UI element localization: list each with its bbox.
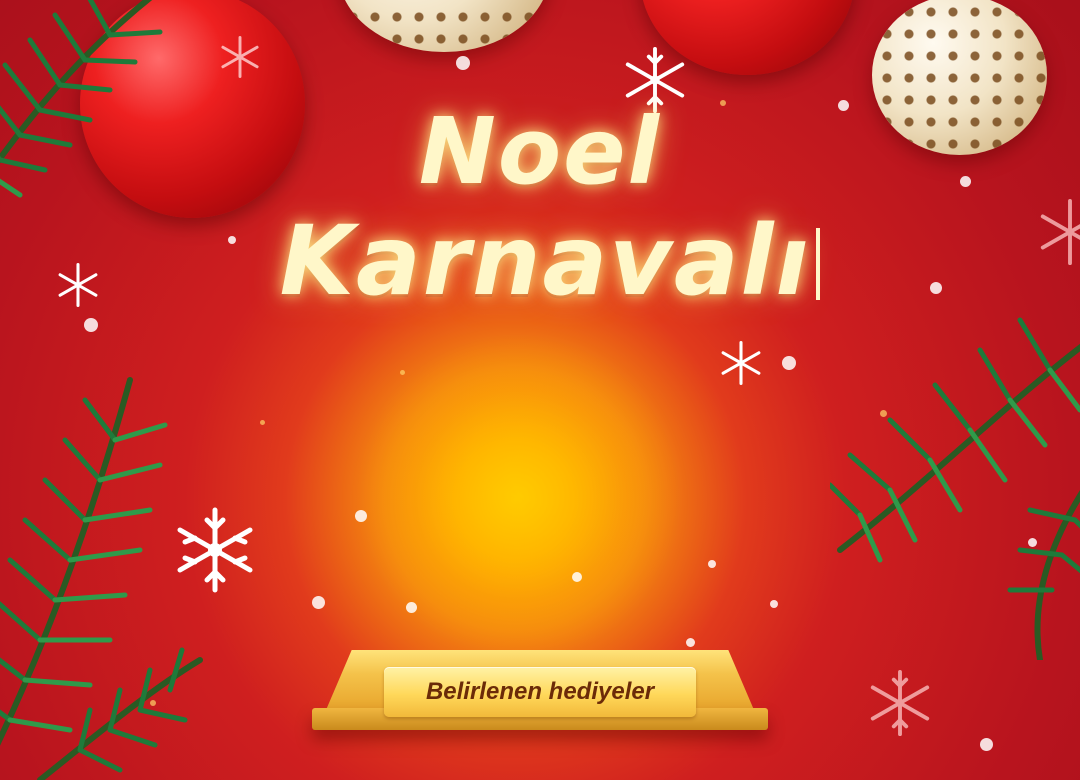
snow-dot [406,602,417,613]
sparkle [260,420,265,425]
snow-dot [1028,538,1037,547]
title-line-2: Karnavalı [0,205,1080,317]
sparkle [150,700,156,706]
snowflake-icon [870,669,930,737]
gift-shelf: Belirlenen hediyeler [312,650,768,732]
center-glow [355,330,685,660]
snow-dot [686,638,695,647]
snow-dot [456,56,470,70]
snowflake-icon [721,341,761,385]
sparkle [400,370,405,375]
title-line-1: Noel [418,98,662,205]
snow-dot [708,560,716,568]
sparkle [880,410,887,417]
snow-dot [84,318,98,332]
designated-gifts-label: Belirlenen hediyeler [425,678,655,705]
snowflake-icon [221,35,259,79]
snow-dot [572,572,582,582]
snowflake-icon [177,507,253,593]
text-caret [816,228,821,300]
title-line-2-text: Karnavalı [279,205,811,317]
snow-dot [770,600,778,608]
snow-dot [355,510,367,522]
snow-dot [782,356,796,370]
designated-gifts-button[interactable]: Belirlenen hediyeler [384,667,696,717]
snow-dot [980,738,993,751]
pine-branch-icon [830,317,1080,660]
snow-dot [312,596,325,609]
